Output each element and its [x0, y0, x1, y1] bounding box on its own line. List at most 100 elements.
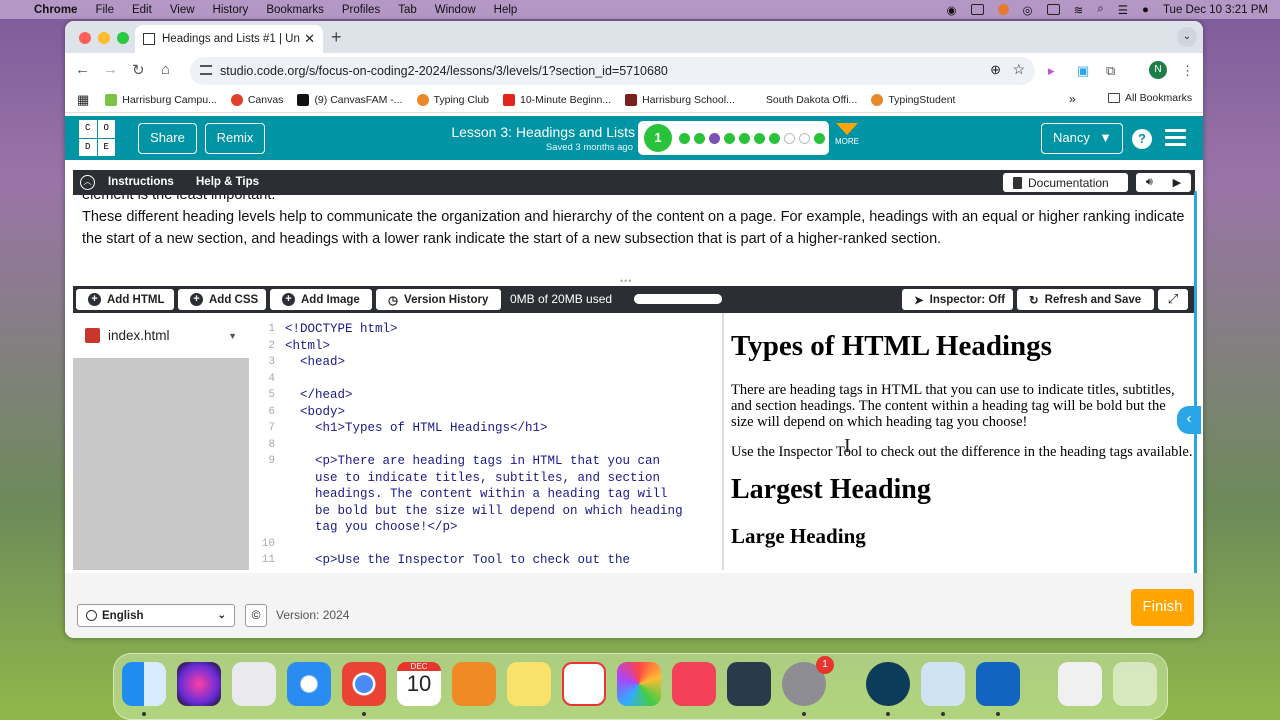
- menu-view[interactable]: View: [170, 4, 195, 16]
- quicktime-icon[interactable]: [727, 662, 771, 706]
- user-menu-button[interactable]: Nancy ▼: [1041, 123, 1123, 154]
- more-levels-button[interactable]: MORE: [835, 121, 859, 146]
- tab-help-tips[interactable]: Help & Tips: [196, 176, 259, 188]
- code-editor[interactable]: 1 <!DOCTYPE html> 2 <html> 3 <head> 4 5 </head…: [249, 313, 722, 570]
- menu-app-name[interactable]: Chrome: [34, 4, 77, 16]
- tab-instructions[interactable]: Instructions: [108, 176, 174, 188]
- code-line[interactable]: 9 <p>There are heading tags in HTML that…: [249, 453, 722, 470]
- code-line[interactable]: 11 <p>Use the Inspector Tool to check ou…: [249, 552, 722, 569]
- bookmark-south-dakota[interactable]: South Dakota Offi...: [748, 93, 857, 106]
- battery-icon[interactable]: [1046, 4, 1060, 15]
- current-level-bubble[interactable]: 1: [644, 124, 672, 152]
- add-html-button[interactable]: + Add HTML: [76, 289, 174, 310]
- siri-icon[interactable]: ●: [1142, 4, 1149, 16]
- level-dot[interactable]: [739, 132, 750, 144]
- code-line[interactable]: 5 </head>: [249, 387, 722, 404]
- file-index-html[interactable]: index.html ▼: [73, 313, 249, 358]
- menu-profiles[interactable]: Profiles: [342, 4, 380, 16]
- record-icon[interactable]: ◉: [947, 3, 957, 17]
- menu-history[interactable]: History: [213, 4, 249, 16]
- code-line[interactable]: 6 <body>: [249, 404, 722, 421]
- code-line[interactable]: 2 <html>: [249, 338, 722, 355]
- more-bookmarks-icon[interactable]: »: [1069, 92, 1076, 106]
- menu-tab[interactable]: Tab: [398, 4, 417, 16]
- level-dot[interactable]: [769, 132, 780, 144]
- bookmark-harrisburg-campus[interactable]: Harrisburg Campu...: [105, 93, 217, 106]
- minimize-window-icon[interactable]: [98, 32, 110, 44]
- level-dot[interactable]: [694, 132, 705, 144]
- browser-tab[interactable]: Headings and Lists #1 | Unit 2 ✕: [135, 25, 323, 53]
- copyright-button[interactable]: ©: [245, 604, 267, 627]
- help-button[interactable]: ?: [1132, 129, 1152, 149]
- pages-icon[interactable]: [452, 662, 496, 706]
- bookmark-typingstudent[interactable]: TypingStudent: [871, 93, 955, 106]
- speaker-icon[interactable]: 🔊︎: [1146, 176, 1153, 189]
- code-line[interactable]: 4: [249, 371, 722, 388]
- finder-icon[interactable]: [122, 662, 166, 706]
- share-button[interactable]: Share: [138, 123, 197, 154]
- code-line[interactable]: use to indicate titles, subtitles, and s…: [249, 470, 722, 487]
- screenshot-extension-icon[interactable]: ▣: [1077, 63, 1089, 79]
- level-dot[interactable]: [679, 132, 690, 144]
- code-line[interactable]: difference in the heading tags available…: [249, 569, 722, 571]
- level-dot[interactable]: [709, 132, 720, 144]
- inspector-button[interactable]: ➤ Inspector: Off: [902, 289, 1013, 310]
- bookmark-typing-club[interactable]: Typing Club: [416, 93, 489, 106]
- back-icon[interactable]: ←: [75, 61, 90, 78]
- level-dot[interactable]: [754, 132, 765, 144]
- calendar-icon[interactable]: DEC 10: [397, 662, 441, 706]
- zoom-icon[interactable]: ⊕: [990, 62, 1001, 78]
- trash-icon[interactable]: [1113, 662, 1157, 706]
- home-icon[interactable]: ⌂: [161, 61, 170, 78]
- documentation-button[interactable]: Documentation: [1003, 173, 1128, 192]
- resize-handle[interactable]: •••: [620, 276, 632, 286]
- wifi-icon[interactable]: ≋: [1074, 3, 1084, 17]
- siri-icon[interactable]: [177, 662, 221, 706]
- close-tab-icon[interactable]: ✕: [304, 31, 315, 47]
- level-dot[interactable]: [799, 132, 810, 144]
- code-line[interactable]: 7 <h1>Types of HTML Headings</h1>: [249, 420, 722, 437]
- hamburger-menu-icon[interactable]: [1165, 129, 1186, 150]
- code-line[interactable]: 10: [249, 536, 722, 553]
- menu-file[interactable]: File: [95, 4, 114, 16]
- safari-icon[interactable]: [287, 662, 331, 706]
- add-css-button[interactable]: + Add CSS: [178, 289, 266, 310]
- address-bar[interactable]: studio.code.org/s/focus-on-coding2-2024/…: [190, 57, 1035, 85]
- menu-help[interactable]: Help: [494, 4, 518, 16]
- code-line[interactable]: 3 <head>: [249, 354, 722, 371]
- airdrop-icon[interactable]: ◎: [1023, 3, 1033, 17]
- photos-icon[interactable]: [617, 662, 661, 706]
- bookmark-star-icon[interactable]: ☆: [1012, 61, 1025, 78]
- menu-edit[interactable]: Edit: [132, 4, 152, 16]
- app-status-icon[interactable]: [997, 4, 1009, 15]
- site-info-icon[interactable]: [200, 65, 212, 75]
- zoom-window-icon[interactable]: [117, 32, 129, 44]
- close-window-icon[interactable]: [79, 32, 91, 44]
- code-line[interactable]: tag you choose!</p>: [249, 519, 722, 536]
- preview-app-icon[interactable]: [921, 662, 965, 706]
- extensions-puzzle-icon[interactable]: ⧉: [1106, 63, 1115, 79]
- level-dot[interactable]: [724, 132, 735, 144]
- code-line[interactable]: 1 <!DOCTYPE html>: [249, 321, 722, 338]
- launchpad-icon[interactable]: [232, 662, 276, 706]
- notes-icon[interactable]: [507, 662, 551, 706]
- music-icon[interactable]: [672, 662, 716, 706]
- forward-icon[interactable]: →: [103, 61, 118, 78]
- bookmark-canvas[interactable]: Canvas: [230, 93, 283, 106]
- caret-down-icon[interactable]: ▼: [228, 331, 237, 341]
- remix-button[interactable]: Remix: [205, 123, 265, 154]
- version-history-button[interactable]: ◷ Version History: [376, 289, 501, 310]
- language-select[interactable]: English ⌄: [77, 604, 235, 627]
- fullscreen-icon[interactable]: ⤢: [1158, 289, 1188, 310]
- freeform-icon[interactable]: [562, 662, 606, 706]
- search-icon[interactable]: ⌕: [1097, 3, 1103, 16]
- all-bookmarks[interactable]: All Bookmarks: [1108, 92, 1192, 104]
- bookmark-10-minute[interactable]: 10-Minute Beginn...: [503, 93, 611, 106]
- tab-search-icon[interactable]: ⌄: [1177, 27, 1197, 47]
- lesson-title[interactable]: Lesson 3: Headings and Lists: [425, 124, 635, 140]
- code-line[interactable]: be bold but the size will depend on whic…: [249, 503, 722, 520]
- bookmark-harrisburg-school[interactable]: Harrisburg School...: [625, 93, 735, 106]
- refresh-save-button[interactable]: ↻ Refresh and Save: [1017, 289, 1154, 310]
- extension-icon[interactable]: ▸: [1048, 63, 1055, 79]
- reload-icon[interactable]: ↻: [132, 61, 145, 79]
